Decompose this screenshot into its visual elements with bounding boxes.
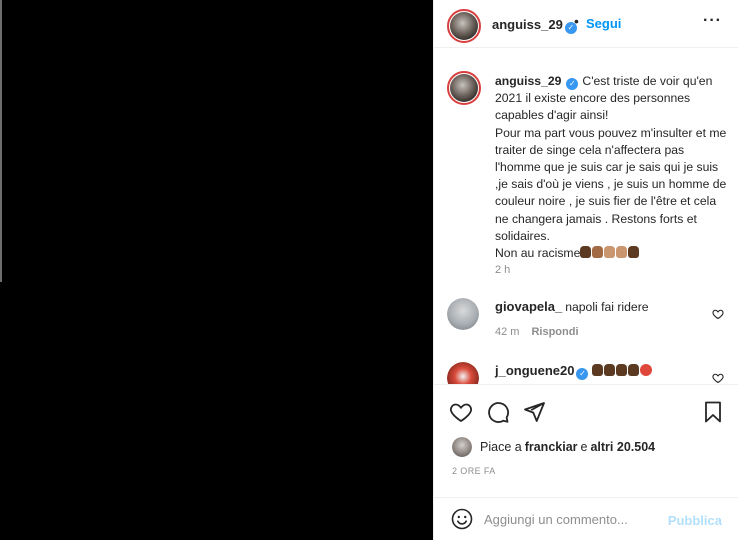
caption-emoji-group xyxy=(580,246,640,260)
publish-button[interactable]: Pubblica xyxy=(668,513,722,528)
verified-badge-icon: ✓ xyxy=(566,78,579,90)
emoji-picker-icon[interactable] xyxy=(450,507,474,531)
raised-fist-dark-icon xyxy=(603,364,615,376)
caption-text-line3: Non au racisme xyxy=(495,246,581,261)
media-edge-strip xyxy=(0,0,2,282)
raised-fist-light-icon xyxy=(616,246,628,259)
raised-fist-dark-icon xyxy=(591,364,603,376)
save-bookmark-icon[interactable] xyxy=(701,400,725,424)
caption-author-avatar[interactable] xyxy=(447,71,481,105)
share-send-icon[interactable] xyxy=(522,400,546,424)
raised-fist-dark-icon xyxy=(615,364,627,376)
raised-fist-dark-icon xyxy=(580,246,592,259)
add-comment-section: Pubblica xyxy=(434,497,738,540)
likes-prefix: Piace a xyxy=(480,440,522,454)
liker-avatar[interactable] xyxy=(452,437,472,457)
raised-fist-dark-icon xyxy=(628,246,640,259)
comment-text: napoli fai ridere xyxy=(565,300,649,314)
likes-user[interactable]: franckiar xyxy=(525,440,578,454)
post-caption: anguiss_29 ✓ C'est triste de voir qu'en 20… xyxy=(495,73,727,262)
author-username[interactable]: anguiss_29 xyxy=(492,17,563,32)
caption-third-paragraph: Non au racisme xyxy=(495,245,727,262)
more-options-icon[interactable]: ··· xyxy=(703,12,722,30)
comment-time[interactable]: 42 m xyxy=(495,326,519,338)
comment-like-heart-icon[interactable] xyxy=(712,308,724,320)
caption-first-paragraph: anguiss_29 ✓ C'est triste de voir qu'en 20… xyxy=(495,73,727,125)
caption-avatar-image xyxy=(450,74,478,102)
caption-time[interactable]: 2 h xyxy=(495,264,510,276)
commenter-avatar[interactable] xyxy=(447,298,479,330)
author-name-wrap: anguiss_29 ✓ xyxy=(492,16,577,34)
post-side-panel: anguiss_29 ✓ • Segui ··· anguiss_29 ✓ C'est… xyxy=(433,0,738,540)
liker-avatar-image xyxy=(452,437,472,457)
commenter-avatar-image xyxy=(447,298,479,330)
post-timestamp[interactable]: 2 ORE FA xyxy=(452,466,496,476)
comment-emoji-group xyxy=(591,364,653,378)
post-actions: Piace a franckiar e altri 20.504 2 ORE F… xyxy=(434,384,738,540)
angry-face-icon xyxy=(639,364,652,376)
reply-button[interactable]: Rispondi xyxy=(531,326,578,338)
comment-input[interactable] xyxy=(484,507,664,531)
comment-meta: 42 m Rispondi xyxy=(495,326,579,338)
author-avatar-image xyxy=(450,12,478,40)
follow-button[interactable]: Segui xyxy=(586,16,621,31)
likes-connector: e xyxy=(580,440,588,454)
like-heart-icon[interactable] xyxy=(449,400,473,424)
caption-username[interactable]: anguiss_29 xyxy=(495,74,561,88)
raised-fist-medium-icon xyxy=(592,246,604,259)
comments-scroll-area[interactable]: anguiss_29 ✓ C'est triste de voir qu'en 20… xyxy=(434,49,738,384)
comment-bubble-icon[interactable] xyxy=(486,400,510,424)
raised-fist-dark-icon xyxy=(627,364,639,376)
instagram-post-modal: anguiss_29 ✓ • Segui ··· anguiss_29 ✓ C'est… xyxy=(0,0,738,540)
raised-fist-light-icon xyxy=(604,246,616,259)
comment-username[interactable]: giovapela_ xyxy=(495,299,562,314)
author-avatar[interactable] xyxy=(447,9,481,43)
comment-body: j_onguene20 ✓ xyxy=(495,363,705,380)
post-media[interactable] xyxy=(0,0,433,540)
commenter-avatar-image xyxy=(447,362,479,384)
likes-others[interactable]: altri 20.504 xyxy=(590,440,655,454)
likes-summary: Piace a franckiar e altri 20.504 xyxy=(452,437,658,457)
post-header: anguiss_29 ✓ • Segui ··· xyxy=(434,0,738,48)
commenter-avatar[interactable] xyxy=(447,362,479,384)
caption-text-line2: Pour ma part vous pouvez m'insulter et m… xyxy=(495,125,727,243)
comment-body: giovapela_ napoli fai ridere xyxy=(495,299,705,315)
comment-username[interactable]: j_onguene20 xyxy=(495,363,574,378)
header-separator: • xyxy=(574,13,579,29)
verified-badge-icon: ✓ xyxy=(576,368,589,380)
comment-like-heart-icon[interactable] xyxy=(712,372,724,384)
